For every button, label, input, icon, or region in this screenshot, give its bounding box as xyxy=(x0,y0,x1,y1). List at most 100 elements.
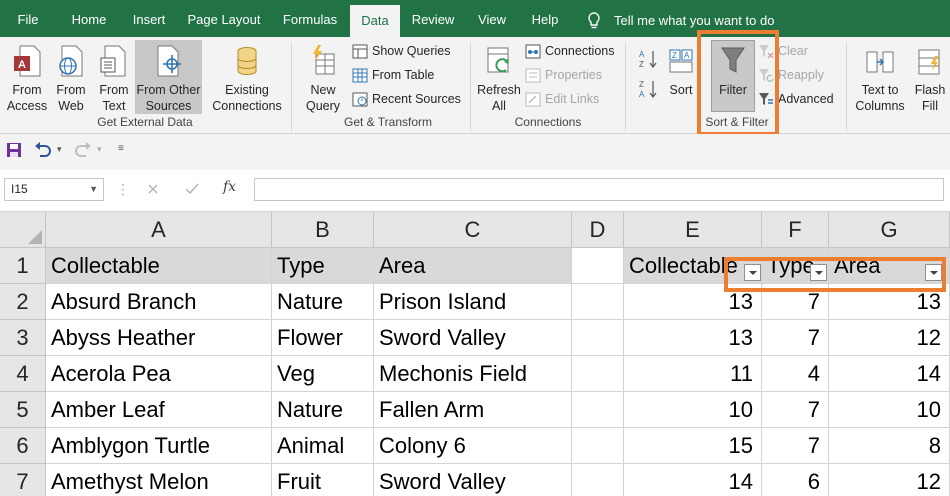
tab-help[interactable]: Help xyxy=(526,0,564,37)
tab-file[interactable]: File xyxy=(8,0,48,37)
cell-b5[interactable]: Nature xyxy=(272,392,374,428)
customize-qat-icon[interactable]: ≡ xyxy=(118,143,124,154)
from-web-button[interactable]: From Web xyxy=(50,44,92,114)
show-queries-button[interactable]: Show Queries xyxy=(352,40,451,62)
from-other-sources-button[interactable]: From Other Sources xyxy=(135,44,202,114)
cell-c6[interactable]: Colony 6 xyxy=(374,428,572,464)
cell-a5[interactable]: Amber Leaf xyxy=(46,392,272,428)
cell-c3[interactable]: Sword Valley xyxy=(374,320,572,356)
row-header-5[interactable]: 5 xyxy=(0,392,46,428)
tab-formulas[interactable]: Formulas xyxy=(278,0,342,37)
cell-c7[interactable]: Sword Valley xyxy=(374,464,572,496)
connections-button[interactable]: Connections xyxy=(525,40,615,62)
cell-f4[interactable]: 4 xyxy=(762,356,829,392)
cell-d7[interactable] xyxy=(572,464,624,496)
cell-b6[interactable]: Animal xyxy=(272,428,374,464)
column-header-a[interactable]: A xyxy=(46,212,272,248)
existing-connections-button[interactable]: Existing Connections xyxy=(208,44,286,114)
row-header-1[interactable]: 1 xyxy=(0,248,46,284)
cell-b1[interactable]: Type xyxy=(272,248,374,284)
cell-b2[interactable]: Nature xyxy=(272,284,374,320)
cell-a6[interactable]: Amblygon Turtle xyxy=(46,428,272,464)
cell-a1[interactable]: Collectable xyxy=(46,248,272,284)
cell-f3[interactable]: 7 xyxy=(762,320,829,356)
tab-page-layout[interactable]: Page Layout xyxy=(186,0,262,37)
tab-insert[interactable]: Insert xyxy=(128,0,170,37)
from-access-button[interactable]: A From Access xyxy=(4,44,50,114)
cell-d2[interactable] xyxy=(572,284,624,320)
undo-icon[interactable] xyxy=(34,142,52,158)
cell-b3[interactable]: Flower xyxy=(272,320,374,356)
cell-d1[interactable] xyxy=(572,248,624,284)
cell-g4[interactable]: 14 xyxy=(829,356,950,392)
tab-view[interactable]: View xyxy=(474,0,510,37)
cell-c2[interactable]: Prison Island xyxy=(374,284,572,320)
name-box[interactable]: I15 ▼ xyxy=(4,178,104,201)
column-header-g[interactable]: G xyxy=(829,212,950,248)
cell-e6[interactable]: 15 xyxy=(624,428,762,464)
tab-data[interactable]: Data xyxy=(350,5,400,37)
cell-a3[interactable]: Abyss Heather xyxy=(46,320,272,356)
enter-icon[interactable] xyxy=(185,183,199,195)
cell-d4[interactable] xyxy=(572,356,624,392)
cell-e3[interactable]: 13 xyxy=(624,320,762,356)
column-header-f[interactable]: F xyxy=(762,212,829,248)
from-text-button[interactable]: From Text xyxy=(94,44,134,114)
column-header-c[interactable]: C xyxy=(374,212,572,248)
edit-links-button[interactable]: Edit Links xyxy=(525,88,599,110)
sort-az-icon: AZ xyxy=(639,50,657,69)
cell-a7[interactable]: Amethyst Melon xyxy=(46,464,272,496)
flash-fill-button[interactable]: Flash Fill xyxy=(910,44,950,114)
cell-g3[interactable]: 12 xyxy=(829,320,950,356)
cell-d6[interactable] xyxy=(572,428,624,464)
sort-dialog-icon: Z A xyxy=(669,49,693,73)
cell-c5[interactable]: Fallen Arm xyxy=(374,392,572,428)
undo-dropdown-icon[interactable]: ▾ xyxy=(57,144,62,155)
from-table-button[interactable]: From Table xyxy=(352,64,434,86)
save-icon[interactable] xyxy=(6,142,22,158)
refresh-all-button[interactable]: Refresh All xyxy=(476,44,522,114)
column-header-d[interactable]: D xyxy=(572,212,624,248)
cell-f7[interactable]: 6 xyxy=(762,464,829,496)
cell-g5[interactable]: 10 xyxy=(829,392,950,428)
filter-dropdowns-highlight-box xyxy=(724,257,946,292)
tab-home[interactable]: Home xyxy=(66,0,112,37)
sort-ascending-button[interactable]: AZ xyxy=(638,49,660,71)
properties-button[interactable]: Properties xyxy=(525,64,602,86)
cell-f5[interactable]: 7 xyxy=(762,392,829,428)
cell-e4[interactable]: 11 xyxy=(624,356,762,392)
cell-d3[interactable] xyxy=(572,320,624,356)
cell-a4[interactable]: Acerola Pea xyxy=(46,356,272,392)
insert-function-icon[interactable]: fx xyxy=(223,179,236,195)
sort-button[interactable]: Z A Sort xyxy=(664,44,698,98)
cell-g7[interactable]: 12 xyxy=(829,464,950,496)
cell-f6[interactable]: 7 xyxy=(762,428,829,464)
text-to-columns-button[interactable]: Text to Columns xyxy=(852,44,908,114)
cancel-icon[interactable] xyxy=(147,183,159,195)
show-queries-icon xyxy=(352,44,368,59)
tab-review[interactable]: Review xyxy=(408,0,458,37)
cell-a2[interactable]: Absurd Branch xyxy=(46,284,272,320)
row-header-2[interactable]: 2 xyxy=(0,284,46,320)
redo-dropdown-icon[interactable]: ▾ xyxy=(97,144,102,155)
row-header-7[interactable]: 7 xyxy=(0,464,46,496)
redo-icon[interactable] xyxy=(74,142,92,158)
cell-c1[interactable]: Area xyxy=(374,248,572,284)
row-header-3[interactable]: 3 xyxy=(0,320,46,356)
column-header-e[interactable]: E xyxy=(624,212,762,248)
sort-descending-button[interactable]: ZA xyxy=(638,79,660,101)
row-header-6[interactable]: 6 xyxy=(0,428,46,464)
new-query-button[interactable]: New Query xyxy=(298,44,348,114)
formula-input[interactable] xyxy=(254,178,944,201)
recent-sources-button[interactable]: Recent Sources xyxy=(352,88,461,110)
cell-g6[interactable]: 8 xyxy=(829,428,950,464)
cell-d5[interactable] xyxy=(572,392,624,428)
cell-b7[interactable]: Fruit xyxy=(272,464,374,496)
name-box-dropdown-icon[interactable]: ▼ xyxy=(89,179,98,200)
cell-b4[interactable]: Veg xyxy=(272,356,374,392)
cell-c4[interactable]: Mechonis Field xyxy=(374,356,572,392)
row-header-4[interactable]: 4 xyxy=(0,356,46,392)
column-header-b[interactable]: B xyxy=(272,212,374,248)
cell-e5[interactable]: 10 xyxy=(624,392,762,428)
cell-e7[interactable]: 14 xyxy=(624,464,762,496)
